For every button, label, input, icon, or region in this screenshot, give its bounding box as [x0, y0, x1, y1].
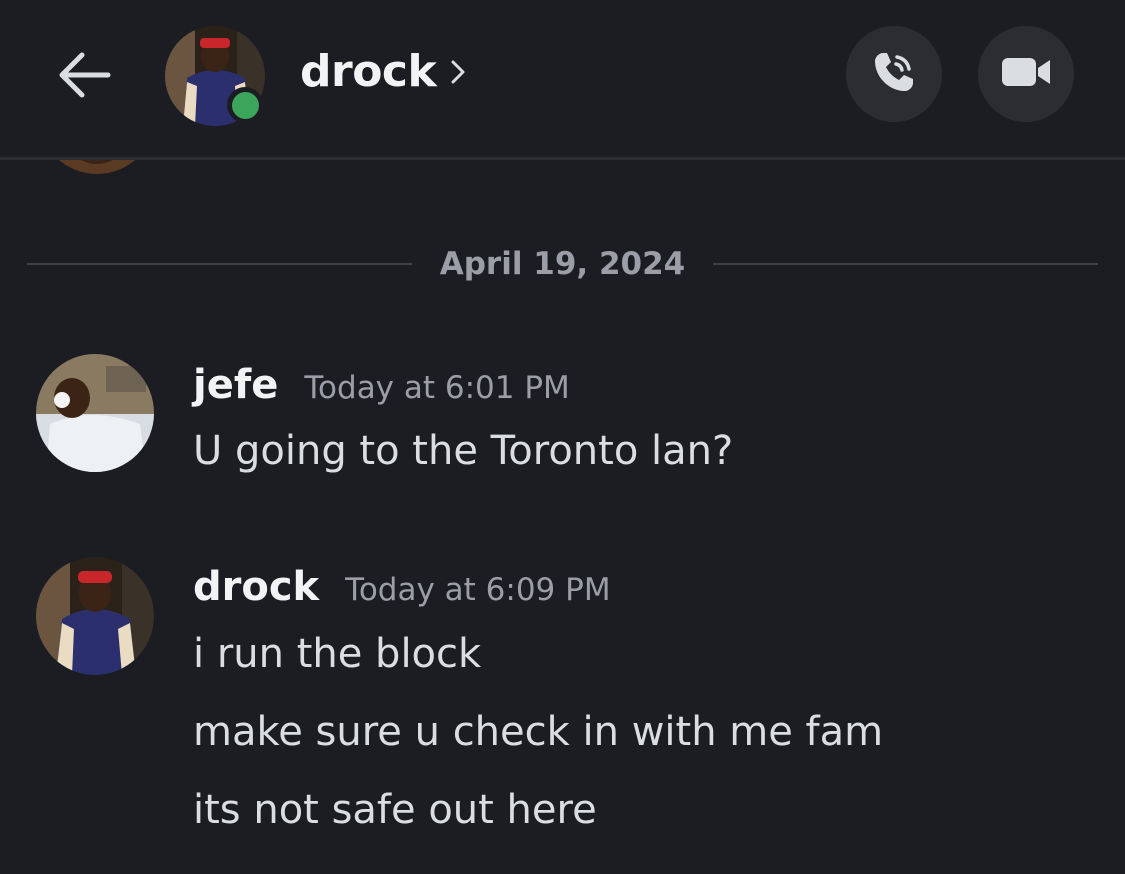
message-header: jefe Today at 6:01 PM [193, 362, 570, 408]
date-label: April 19, 2024 [439, 246, 686, 282]
voice-call-button[interactable] [846, 26, 942, 122]
dm-header: drock [0, 0, 1125, 157]
message-text: U going to the Toronto lan? [193, 428, 734, 474]
message-avatar-drock[interactable] [36, 557, 154, 675]
message-text: i run the block [193, 631, 482, 677]
message-author[interactable]: drock [193, 564, 319, 610]
dm-screen: where [0, 0, 1125, 874]
message-text: its not safe out here [193, 787, 597, 833]
video-camera-icon [1000, 52, 1052, 96]
message-header: drock Today at 6:09 PM [193, 564, 611, 610]
contact-name-button[interactable]: drock [300, 46, 466, 97]
phone-icon [869, 47, 919, 101]
message-timestamp: Today at 6:09 PM [345, 572, 611, 608]
message-avatar-jefe[interactable] [36, 354, 154, 472]
message-timestamp: Today at 6:01 PM [304, 370, 570, 406]
back-button[interactable] [52, 45, 116, 109]
chevron-right-icon [450, 59, 466, 89]
message-text: make sure u check in with me fam [193, 709, 884, 755]
date-divider: April 19, 2024 [27, 240, 1099, 288]
message-author[interactable]: jefe [193, 362, 278, 408]
header-divider [0, 157, 1125, 160]
online-status-indicator [227, 87, 263, 123]
arrow-left-icon [56, 51, 112, 103]
video-call-button[interactable] [978, 26, 1074, 122]
contact-name: drock [300, 46, 437, 97]
